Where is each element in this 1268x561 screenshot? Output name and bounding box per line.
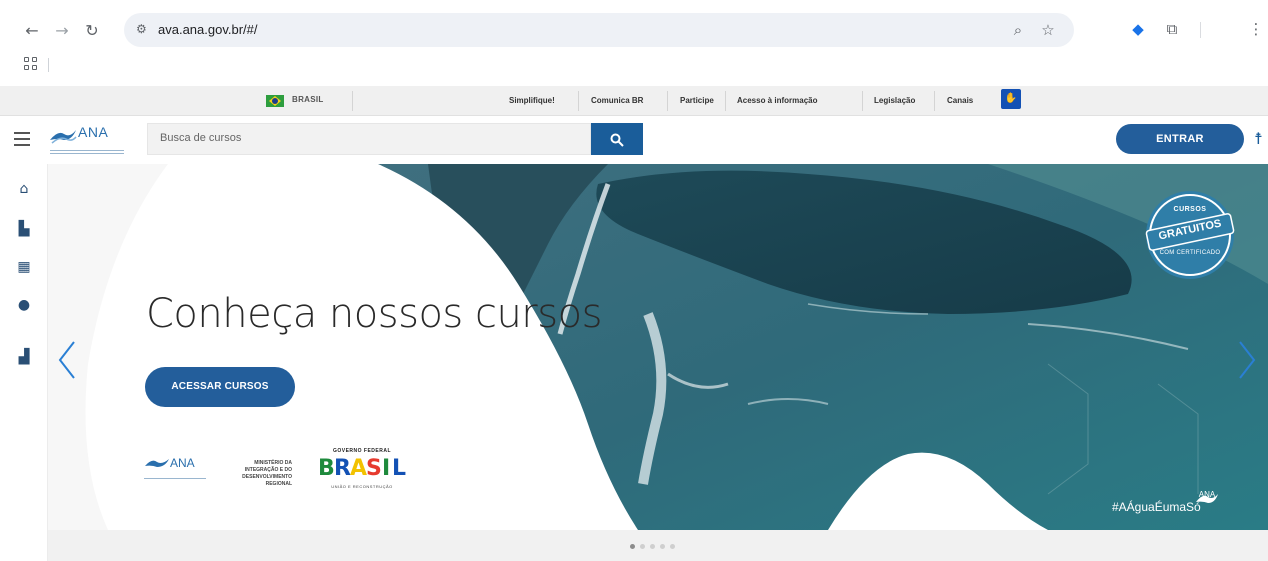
help-icon[interactable]: ● (15, 296, 33, 314)
extension-icon[interactable]: ⧉ (1162, 20, 1182, 40)
partner-logos: ANA MINISTÉRIO DA INTEGRAÇÃO E DO DESENV… (144, 448, 424, 496)
carousel-dot[interactable] (640, 544, 645, 549)
side-navigation: ⌂ ▙ ▦ ● ▟ (0, 164, 48, 561)
gov-link-comunica[interactable]: Comunica BR (591, 96, 643, 105)
extension-pin-icon[interactable]: ◆ (1128, 20, 1148, 40)
bookmark-separator (48, 58, 49, 72)
reload-icon[interactable]: ↻ (82, 20, 102, 40)
carousel-dot[interactable] (670, 544, 675, 549)
gov-brasil-word: B R A S I L (318, 456, 407, 481)
kebab-menu-icon[interactable]: ⋮ (1246, 20, 1266, 40)
arrow-right-icon[interactable]: → (52, 20, 72, 40)
carousel-dot[interactable] (660, 544, 665, 549)
url-text[interactable]: ava.ana.gov.br/#/ (158, 22, 258, 37)
search-input[interactable] (160, 132, 580, 144)
login-button[interactable]: ENTRAR (1116, 124, 1244, 154)
ana-partner-subtitle (144, 478, 206, 481)
tune-icon[interactable]: ⚙ (136, 22, 152, 38)
badge-top-text: CURSOS (1173, 206, 1207, 213)
search-icon (610, 133, 624, 147)
search-button[interactable] (591, 123, 643, 155)
gov-brasil-link[interactable]: BRASIL (292, 95, 324, 104)
gov-link-simplifique[interactable]: Simplifique! (509, 96, 555, 105)
gov-divider (578, 91, 579, 111)
ana-logo[interactable]: ANA (48, 124, 128, 156)
gov-br-bar: BRASIL Simplifique! Comunica BR Particip… (0, 86, 1268, 116)
ana-partner-logo: ANA (144, 456, 214, 486)
chevron-right-icon[interactable] (1236, 340, 1258, 380)
gov-divider (725, 91, 726, 111)
gov-divider (862, 91, 863, 111)
gov-link-acesso[interactable]: Acesso à informação (737, 96, 817, 105)
ana-partner-text: ANA (170, 456, 195, 470)
gov-federal-top-text: GOVERNO FEDERAL (332, 448, 392, 454)
bar-chart-icon[interactable]: ▟ (15, 348, 33, 366)
gov-divider (667, 91, 668, 111)
gov-federal-logo: GOVERNO FEDERAL B R A S I L UNIÃO E RECO… (312, 448, 412, 492)
logo-text: ANA (78, 124, 109, 140)
carousel-dot[interactable] (630, 544, 635, 549)
hamburger-menu-icon[interactable] (14, 132, 30, 146)
brazil-flag-icon (266, 95, 284, 107)
arrow-left-icon[interactable]: ← (22, 20, 42, 40)
institution-icon[interactable]: ▙ (15, 220, 33, 238)
gov-divider (352, 91, 353, 111)
hero-title: Conheça nossos cursos (146, 291, 602, 337)
accessibility-icon[interactable]: ☨ (1254, 129, 1263, 148)
gov-link-canais[interactable]: Canais (947, 96, 973, 105)
vlibras-icon[interactable]: ✋ (1001, 89, 1021, 109)
chevron-left-icon[interactable] (56, 340, 78, 380)
search-box (147, 123, 591, 155)
star-icon[interactable]: ☆ (1039, 21, 1057, 39)
site-header: ANA ENTRAR ☨ (0, 116, 1268, 164)
logo-subtitle (50, 150, 124, 154)
hashtag-text: #AÁguaÉumaSó (1112, 500, 1201, 514)
gov-link-legislacao[interactable]: Legislação (874, 96, 915, 105)
hero-carousel: CURSOS GRATUITOS COM CERTIFICADO Conheça… (48, 164, 1268, 530)
home-icon[interactable]: ⌂ (15, 180, 33, 198)
gov-link-participe[interactable]: Participe (680, 96, 714, 105)
ana-corner-logo: ANA (1194, 490, 1220, 520)
address-bar[interactable]: ⚙ ava.ana.gov.br/#/ ⌕ ☆ (124, 13, 1074, 47)
access-courses-button[interactable]: ACESSAR CURSOS (145, 367, 295, 407)
ministry-logo-text: MINISTÉRIO DA INTEGRAÇÃO E DO DESENVOLVI… (242, 460, 292, 487)
free-courses-badge: CURSOS GRATUITOS COM CERTIFICADO (1141, 186, 1239, 284)
carousel-indicators (48, 530, 1268, 561)
apps-grid-icon[interactable] (24, 57, 38, 71)
toolbar-divider (1200, 22, 1201, 38)
badge-bottom-text: COM CERTIFICADO (1159, 250, 1221, 256)
gov-divider (934, 91, 935, 111)
gov-federal-bottom-text: UNIÃO E RECONSTRUÇÃO (331, 484, 393, 489)
browser-toolbar: ← → ↻ ⚙ ava.ana.gov.br/#/ ⌕ ☆ ◆ ⧉ ⋮ (0, 0, 1268, 58)
carousel-dot[interactable] (650, 544, 655, 549)
catalog-icon[interactable]: ▦ (15, 258, 33, 276)
zoom-icon[interactable]: ⌕ (1009, 21, 1027, 39)
